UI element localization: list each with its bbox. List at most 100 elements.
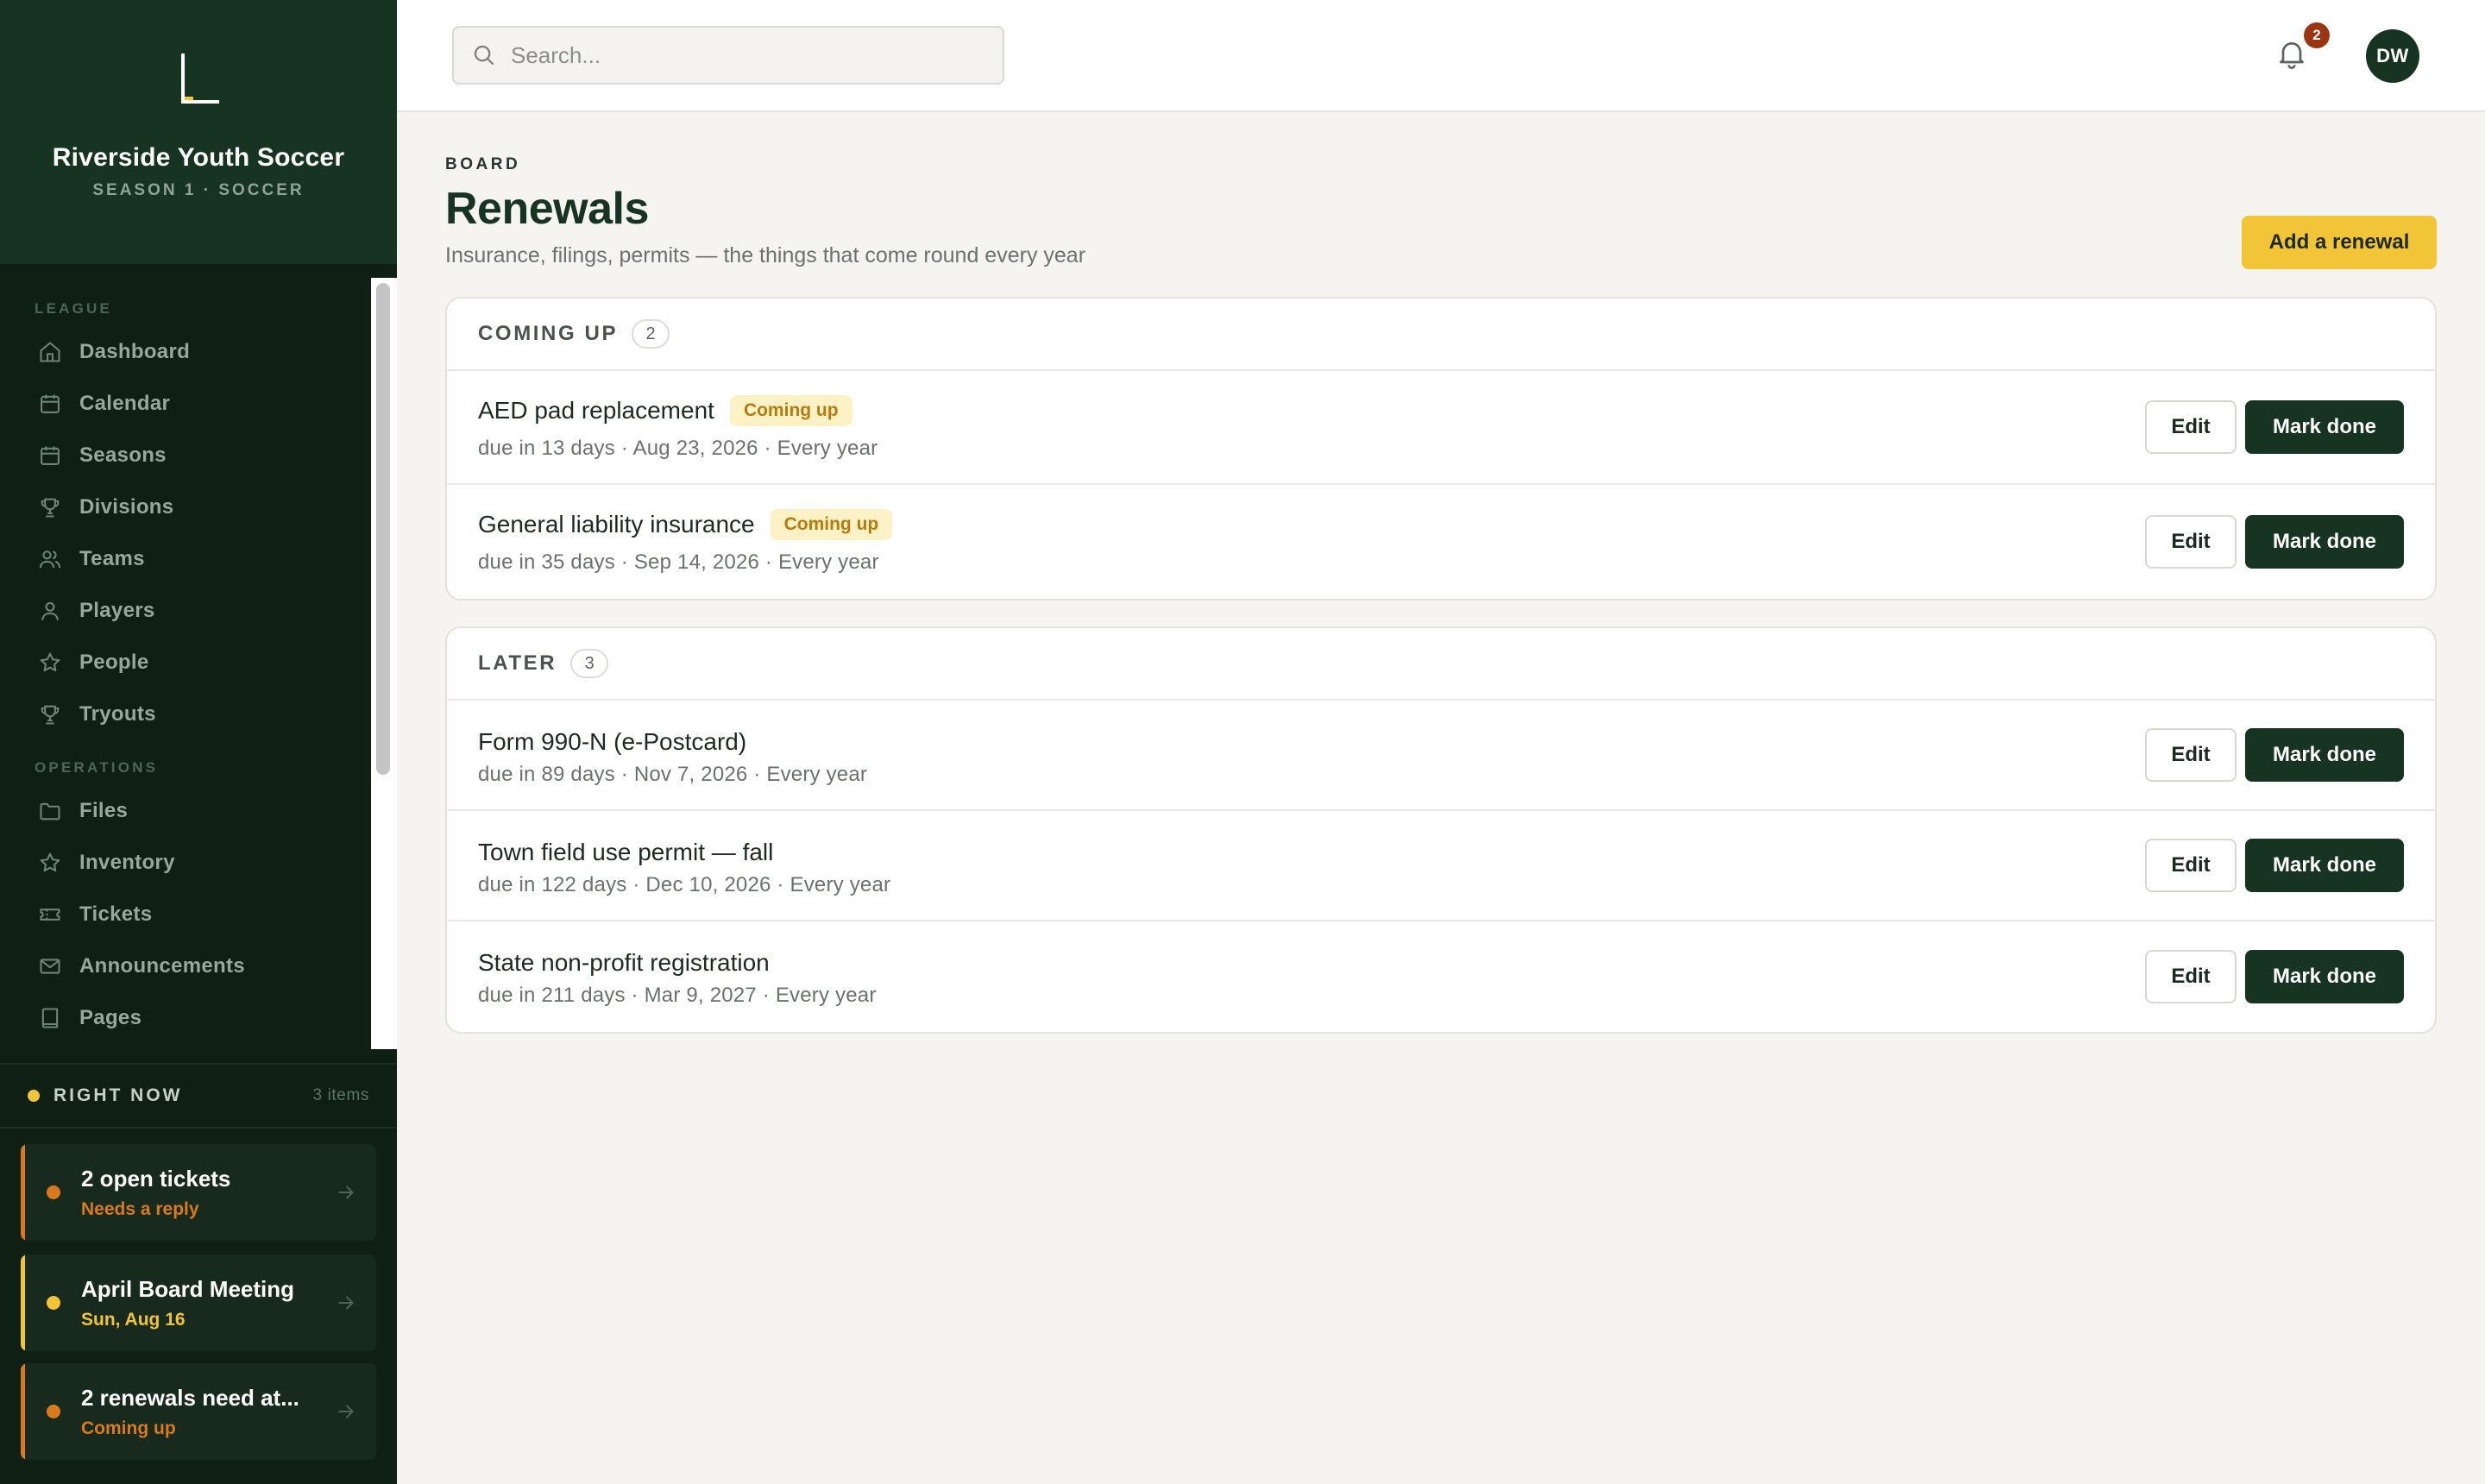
sidebar-nav: LEAGUE Dashboard Calendar Seasons Divisi… <box>0 278 371 1049</box>
sidebar-item-label: Teams <box>79 547 145 570</box>
sidebar-item-calendar[interactable]: Calendar <box>0 378 371 430</box>
mark-done-button[interactable]: Mark done <box>2245 839 2404 892</box>
renewal-row: Form 990-N (e-Postcard) due in 89 days ·… <box>447 701 2435 811</box>
renewal-row: AED pad replacement Coming up due in 13 … <box>447 371 2435 485</box>
right-now-card-subtitle: Needs a reply <box>81 1198 199 1219</box>
renewal-title: General liability insurance <box>478 511 755 538</box>
sidebar-item-files[interactable]: Files <box>0 785 371 837</box>
sidebar-item-people[interactable]: People <box>0 637 371 689</box>
status-badge: Coming up <box>729 395 852 426</box>
calendar-icon <box>38 392 62 416</box>
trophy-icon <box>38 702 62 726</box>
right-now-card-meeting[interactable]: April Board Meeting Sun, Aug 16 <box>21 1254 376 1351</box>
sidebar-item-label: Files <box>79 799 129 822</box>
renewal-row: State non-profit registration due in 211… <box>447 921 2435 1032</box>
renewal-row: General liability insurance Coming up du… <box>447 485 2435 599</box>
page-title: Renewals <box>445 184 649 234</box>
edit-button[interactable]: Edit <box>2145 950 2236 1003</box>
renewal-meta: due in 122 days · Dec 10, 2026 · Every y… <box>478 873 891 896</box>
sidebar-item-label: People <box>79 651 149 674</box>
user-icon <box>38 599 62 623</box>
edit-button[interactable]: Edit <box>2145 515 2236 569</box>
edit-button[interactable]: Edit <box>2145 839 2236 892</box>
renewal-title: State non-profit registration <box>478 949 770 976</box>
search-input[interactable] <box>511 41 994 69</box>
status-dot-icon <box>28 1090 40 1102</box>
renewal-meta: due in 13 days · Aug 23, 2026 · Every ye… <box>478 437 878 460</box>
search-box[interactable] <box>452 26 1004 85</box>
sidebar-item-divisions[interactable]: Divisions <box>0 481 371 533</box>
sidebar-item-seasons[interactable]: Seasons <box>0 430 371 481</box>
mark-done-button[interactable]: Mark done <box>2245 515 2404 569</box>
folder-icon <box>38 799 62 823</box>
mail-icon <box>38 954 62 978</box>
edit-button[interactable]: Edit <box>2145 728 2236 782</box>
home-icon <box>38 340 62 364</box>
sidebar-item-tickets[interactable]: Tickets <box>0 889 371 940</box>
arrow-right-icon <box>335 1400 357 1423</box>
sidebar-item-pages[interactable]: Pages <box>0 992 371 1044</box>
right-now-title: RIGHT NOW <box>53 1085 183 1105</box>
sidebar-item-players[interactable]: Players <box>0 585 371 637</box>
renewal-meta: due in 35 days · Sep 14, 2026 · Every ye… <box>478 550 879 574</box>
sidebar-item-label: Divisions <box>79 495 174 519</box>
group-header: LATER 3 <box>447 628 2435 701</box>
sidebar-scrollbar[interactable] <box>371 278 397 1049</box>
calendar-icon <box>38 443 62 468</box>
league-season: SEASON 1 · SOCCER <box>92 181 305 199</box>
sidebar-item-label: Pages <box>79 1006 142 1029</box>
renewal-title: Town field use permit — fall <box>478 839 774 865</box>
right-now-card-title: 2 open tickets <box>81 1165 231 1192</box>
status-badge: Coming up <box>770 509 893 540</box>
notification-count-badge: 2 <box>2304 22 2330 48</box>
mark-done-button[interactable]: Mark done <box>2245 950 2404 1003</box>
mark-done-button[interactable]: Mark done <box>2245 728 2404 782</box>
arrow-right-icon <box>335 1292 357 1314</box>
right-now-card-renewals[interactable]: 2 renewals need at... Coming up <box>21 1363 376 1460</box>
group-header: COMING UP 2 <box>447 299 2435 371</box>
mark-done-button[interactable]: Mark done <box>2245 400 2404 454</box>
search-icon <box>471 42 497 68</box>
right-now-header: RIGHT NOW 3 items <box>0 1063 397 1129</box>
group-label: LATER <box>478 651 557 675</box>
right-now-card-title: April Board Meeting <box>81 1275 295 1302</box>
book-icon <box>38 1006 62 1030</box>
star-icon <box>38 851 62 875</box>
arrow-right-icon <box>335 1181 357 1204</box>
group-label: COMING UP <box>478 322 619 345</box>
edit-button[interactable]: Edit <box>2145 400 2236 454</box>
status-dot-icon <box>47 1405 60 1418</box>
trophy-icon <box>38 495 62 519</box>
bell-icon <box>2280 42 2304 69</box>
sidebar-item-label: Calendar <box>79 392 171 415</box>
sidebar: Riverside Youth Soccer SEASON 1 · SOCCER… <box>0 0 397 1484</box>
league-logo-icon <box>181 53 219 104</box>
status-dot-icon <box>47 1185 60 1199</box>
sidebar-item-teams[interactable]: Teams <box>0 533 371 585</box>
sidebar-item-label: Players <box>79 599 155 622</box>
sidebar-item-announcements[interactable]: Announcements <box>0 940 371 992</box>
renewal-row: Town field use permit — fall due in 122 … <box>447 811 2435 921</box>
status-dot-icon <box>47 1296 60 1310</box>
right-now-count: 3 items <box>312 1086 369 1104</box>
sidebar-item-label: Tickets <box>79 902 153 926</box>
sidebar-item-tryouts[interactable]: Tryouts <box>0 689 371 740</box>
page-subtitle: Insurance, filings, permits — the things… <box>445 243 1086 267</box>
star-icon <box>38 651 62 675</box>
renewal-title: Form 990-N (e-Postcard) <box>478 728 747 755</box>
sidebar-item-inventory[interactable]: Inventory <box>0 837 371 889</box>
sidebar-item-dashboard[interactable]: Dashboard <box>0 326 371 378</box>
user-avatar[interactable]: DW <box>2366 29 2419 83</box>
brand-header: Riverside Youth Soccer SEASON 1 · SOCCER <box>0 0 397 264</box>
add-renewal-button[interactable]: Add a renewal <box>2242 216 2437 269</box>
sidebar-item-label: Dashboard <box>79 340 191 363</box>
group-count-badge: 3 <box>570 649 609 678</box>
right-now-card-subtitle: Coming up <box>81 1418 176 1438</box>
right-now-card-subtitle: Sun, Aug 16 <box>81 1309 186 1330</box>
right-now-card-tickets[interactable]: 2 open tickets Needs a reply <box>21 1144 376 1241</box>
league-name: Riverside Youth Soccer <box>52 143 345 172</box>
sidebar-item-label: Announcements <box>79 954 245 978</box>
group-count-badge: 2 <box>632 319 670 349</box>
ticket-icon <box>38 902 62 927</box>
sidebar-scrollbar-thumb[interactable] <box>376 283 390 775</box>
